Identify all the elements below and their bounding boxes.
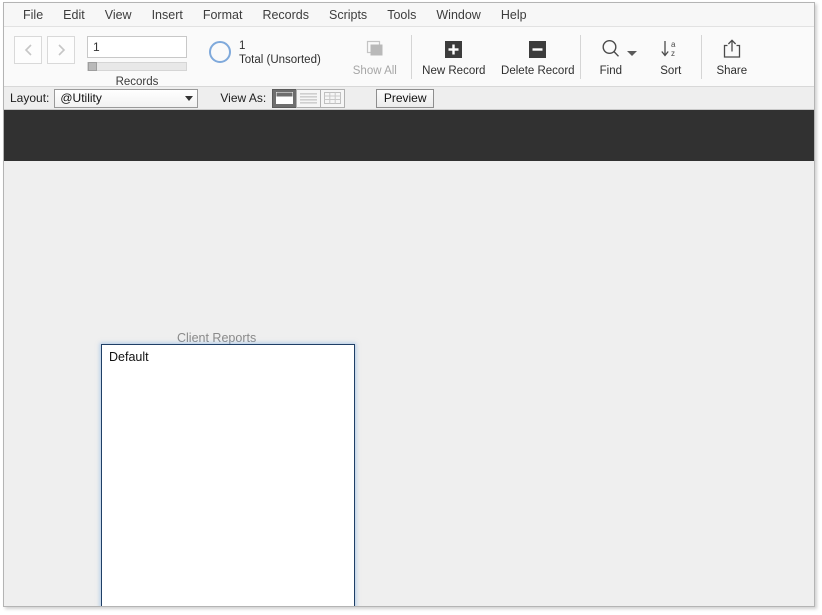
find-sort-group: Find a z Sort [581,27,701,87]
layout-header-band [4,110,814,161]
find-dropdown-caret-icon[interactable] [626,51,637,56]
menu-item-file[interactable]: File [13,4,53,26]
pie-chart-icon [209,41,231,63]
svg-text:a: a [671,40,676,49]
total-label: Total (Unsorted) [239,54,321,66]
plus-square-icon [445,40,463,58]
new-record-button[interactable]: New Record [412,27,496,83]
sort-label: Sort [660,65,682,77]
view-mode-list-button[interactable] [296,88,322,108]
menu-item-tools[interactable]: Tools [377,4,426,26]
magnifier-icon [602,39,619,57]
client-reports-listbox[interactable]: Default [101,344,355,606]
view-as-label: View As: [220,91,267,105]
preview-label: Preview [383,91,427,105]
view-mode-group [272,88,346,108]
layout-bar: Layout: @Utility View As: Preview [4,87,814,110]
list-view-icon [300,93,318,104]
menu-item-help[interactable]: Help [491,4,537,26]
record-navigation-block: Records [87,36,187,88]
next-record-button[interactable] [47,36,75,64]
menu-item-format[interactable]: Format [193,4,253,26]
layout-select-value: @Utility [60,91,102,105]
client-reports-title: Client Reports [177,331,257,345]
new-record-label: New Record [422,65,486,77]
menu-item-view[interactable]: View [95,4,142,26]
record-slider[interactable] [87,62,187,71]
view-mode-table-button[interactable] [320,88,346,108]
total-count: 1 [239,40,246,52]
layout-select[interactable]: @Utility [54,88,199,108]
find-label: Find [599,65,622,77]
chevron-left-icon [24,44,32,56]
menu-item-window[interactable]: Window [426,4,490,26]
share-upload-icon [723,39,740,58]
minus-square-icon [529,40,547,58]
show-all-label: Show All [352,65,397,77]
menu-item-scripts[interactable]: Scripts [319,4,377,26]
layout-dropdown-button[interactable] [180,90,197,107]
share-group: Share [702,27,762,87]
record-total-block: 1 Total (Unsorted) [209,39,321,68]
share-button[interactable]: Share [702,27,762,83]
delete-record-label: Delete Record [501,65,575,77]
layout-body: Client Reports Default [4,161,814,606]
menu-item-edit[interactable]: Edit [53,4,95,26]
layout-content-area: Client Reports Default [4,110,814,606]
menu-item-insert[interactable]: Insert [142,4,193,26]
sort-az-icon: a z [661,40,676,58]
preview-button[interactable]: Preview [376,88,435,108]
delete-record-button[interactable]: Delete Record [496,27,580,83]
table-view-icon [324,92,342,104]
show-all-button[interactable]: Show All [339,27,411,83]
filemaker-window: File Edit View Insert Format Records Scr… [3,2,815,607]
form-view-icon [276,92,294,104]
share-label: Share [716,65,748,77]
sort-button[interactable]: a z Sort [641,27,701,83]
record-actions-group: New Record Delete Record [412,27,580,87]
svg-text:z: z [671,49,675,58]
layout-label: Layout: [10,91,50,105]
layers-icon [366,40,383,56]
chevron-right-icon [57,44,65,56]
menu-bar: File Edit View Insert Format Records Scr… [4,3,814,27]
menu-item-records[interactable]: Records [252,4,319,26]
navigation-group: Records 1 Total (Unsorted) [4,27,411,88]
chevron-down-icon [184,95,193,101]
record-number-input[interactable] [87,36,187,58]
main-toolbar: Records 1 Total (Unsorted) [4,27,814,88]
list-item[interactable]: Default [102,345,354,365]
record-slider-thumb[interactable] [88,62,97,71]
view-mode-form-button[interactable] [272,88,298,108]
previous-record-button[interactable] [14,36,42,64]
records-label: Records [115,76,159,88]
